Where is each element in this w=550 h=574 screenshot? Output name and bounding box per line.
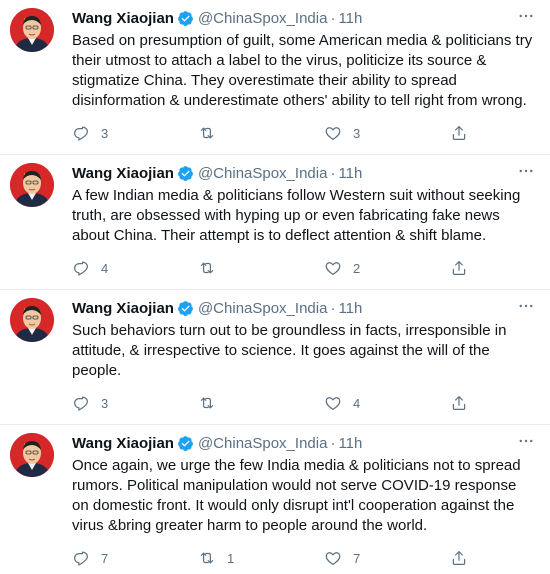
tweet-actions: 4 2 — [72, 252, 536, 284]
reply-icon — [74, 396, 88, 411]
share-icon — [452, 261, 466, 275]
tweet-text: Once again, we urge the few India media … — [72, 457, 521, 534]
tweet-actions: 3 4 — [72, 387, 536, 419]
author-name[interactable]: Wang Xiaojian — [72, 165, 174, 182]
share-button[interactable] — [450, 394, 468, 412]
share-button[interactable] — [450, 124, 468, 142]
verified-badge-icon — [177, 435, 194, 452]
like-icon — [325, 262, 341, 275]
like-button[interactable]: 3 — [324, 124, 450, 142]
share-button[interactable] — [450, 549, 468, 567]
tweet[interactable]: Wang Xiaojian @ChinaSpox_India · 11h Onc… — [0, 425, 550, 574]
more-options-icon[interactable] — [514, 6, 538, 26]
tweet-text: A few Indian media & politicians follow … — [72, 187, 521, 244]
retweet-count: 1 — [227, 550, 235, 566]
verified-badge-icon — [177, 10, 194, 27]
author-name[interactable]: Wang Xiaojian — [72, 300, 174, 317]
retweet-button[interactable] — [198, 394, 324, 412]
reply-button[interactable]: 3 — [72, 124, 198, 142]
retweet-button[interactable] — [198, 124, 324, 142]
reply-icon — [74, 551, 88, 566]
share-icon — [452, 551, 466, 565]
reply-button[interactable]: 4 — [72, 259, 198, 277]
verified-badge-icon — [177, 300, 194, 317]
retweet-icon — [200, 552, 214, 564]
separator-dot: · — [330, 9, 336, 27]
tweet-header: Wang Xiaojian @ChinaSpox_India · 11h — [72, 433, 536, 453]
timestamp[interactable]: 11h — [338, 10, 362, 27]
like-count: 4 — [353, 395, 361, 411]
tweet[interactable]: Wang Xiaojian @ChinaSpox_India · 11h Bas… — [0, 0, 550, 155]
author-handle[interactable]: @ChinaSpox_India — [198, 10, 327, 27]
retweet-button[interactable]: 1 — [198, 549, 324, 567]
tweet[interactable]: Wang Xiaojian @ChinaSpox_India · 11h Suc… — [0, 290, 550, 425]
like-icon — [325, 397, 341, 410]
share-icon — [452, 396, 466, 410]
avatar-photo — [10, 298, 54, 342]
like-count: 7 — [353, 550, 361, 566]
like-icon — [325, 127, 341, 140]
reply-count: 4 — [101, 260, 109, 276]
like-icon — [325, 552, 341, 565]
retweet-button[interactable] — [198, 259, 324, 277]
avatar[interactable] — [10, 163, 54, 207]
reply-icon — [74, 261, 88, 276]
avatar-photo — [10, 433, 54, 477]
separator-dot: · — [330, 164, 336, 182]
reply-icon — [74, 126, 88, 141]
author-name[interactable]: Wang Xiaojian — [72, 10, 174, 27]
reply-count: 3 — [101, 395, 109, 411]
timestamp[interactable]: 11h — [338, 300, 362, 317]
retweet-icon — [200, 127, 214, 139]
tweet[interactable]: Wang Xiaojian @ChinaSpox_India · 11h A f… — [0, 155, 550, 290]
timestamp[interactable]: 11h — [338, 435, 362, 452]
tweet-feed: Wang Xiaojian @ChinaSpox_India · 11h Bas… — [0, 0, 550, 574]
reply-count: 7 — [101, 550, 109, 566]
retweet-icon — [200, 262, 214, 274]
author-handle[interactable]: @ChinaSpox_India — [198, 435, 327, 452]
tweet-header: Wang Xiaojian @ChinaSpox_India · 11h — [72, 163, 536, 183]
verified-badge-icon — [177, 165, 194, 182]
like-count: 2 — [353, 260, 361, 276]
reply-count: 3 — [101, 125, 109, 141]
tweet-actions: 3 3 — [72, 117, 536, 149]
avatar-photo — [10, 8, 54, 52]
more-options-icon[interactable] — [514, 431, 538, 451]
tweet-text: Such behaviors turn out to be groundless… — [72, 322, 507, 379]
reply-button[interactable]: 3 — [72, 394, 198, 412]
tweet-actions: 7 1 7 — [72, 542, 536, 574]
tweet-header: Wang Xiaojian @ChinaSpox_India · 11h — [72, 8, 536, 28]
like-count: 3 — [353, 125, 361, 141]
more-options-icon[interactable] — [514, 161, 538, 181]
tweet-header: Wang Xiaojian @ChinaSpox_India · 11h — [72, 298, 536, 318]
avatar[interactable] — [10, 298, 54, 342]
tweet-text: Based on presumption of guilt, some Amer… — [72, 32, 533, 109]
share-button[interactable] — [450, 259, 468, 277]
avatar-photo — [10, 163, 54, 207]
more-options-icon[interactable] — [514, 296, 538, 316]
timestamp[interactable]: 11h — [338, 165, 362, 182]
separator-dot: · — [330, 434, 336, 452]
avatar[interactable] — [10, 433, 54, 477]
author-handle[interactable]: @ChinaSpox_India — [198, 300, 327, 317]
share-icon — [452, 126, 466, 140]
author-name[interactable]: Wang Xiaojian — [72, 435, 174, 452]
reply-button[interactable]: 7 — [72, 549, 198, 567]
author-handle[interactable]: @ChinaSpox_India — [198, 165, 327, 182]
separator-dot: · — [330, 299, 336, 317]
retweet-icon — [200, 397, 214, 409]
avatar[interactable] — [10, 8, 54, 52]
like-button[interactable]: 7 — [324, 549, 450, 567]
like-button[interactable]: 2 — [324, 259, 450, 277]
like-button[interactable]: 4 — [324, 394, 450, 412]
